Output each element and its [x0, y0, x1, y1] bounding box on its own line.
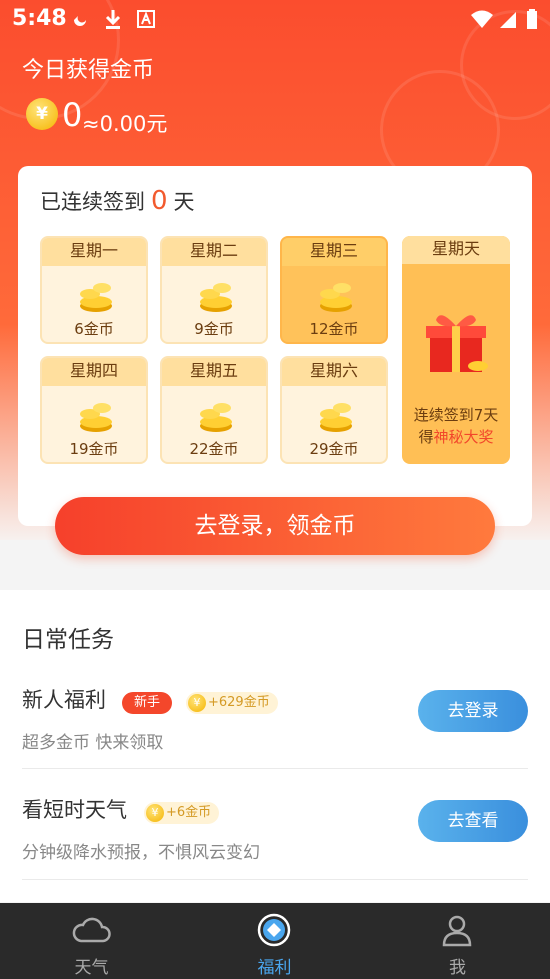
- signin-day-sunday[interactable]: 星期天 连续签到7天 得神秘大奖: [402, 236, 510, 464]
- streak-prefix: 已连续签到: [40, 190, 145, 214]
- day-reward: 9金币: [194, 320, 234, 338]
- day-reward: 12金币: [309, 320, 359, 338]
- coin-stack-icon: [80, 283, 112, 312]
- signin-day-thursday[interactable]: 星期四 19金币: [40, 356, 148, 464]
- coin-stack-icon: [200, 403, 232, 432]
- divider: [22, 879, 528, 880]
- task-points: ¥ +629金币: [186, 692, 278, 714]
- task-view-button[interactable]: 去查看: [418, 800, 528, 842]
- streak-text: 已连续签到 0 天: [40, 186, 195, 216]
- day-label: 星期天: [402, 236, 510, 264]
- login-claim-button[interactable]: 去登录，领金币: [55, 497, 495, 555]
- day-reward: 6金币: [74, 320, 114, 338]
- day-reward: 29金币: [309, 440, 359, 458]
- section-title: 日常任务: [22, 627, 114, 653]
- status-time: 5:48: [12, 6, 67, 31]
- signin-day-saturday[interactable]: 星期六 29金币: [280, 356, 388, 464]
- welfare-diamond-icon: [257, 913, 291, 947]
- day-reward: 22金币: [189, 440, 239, 458]
- battery-icon: [527, 9, 537, 29]
- newbie-badge: 新手: [122, 692, 173, 714]
- coin-stack-icon: [320, 283, 352, 312]
- sunday-note: 连续签到7天: [413, 406, 499, 424]
- person-icon: [442, 915, 472, 947]
- task-name: 新人福利: [22, 688, 106, 712]
- today-coins-label: 今日获得金币: [22, 58, 155, 83]
- sunday-prize-note: 得神秘大奖: [402, 426, 510, 447]
- day-reward: 19金币: [69, 440, 119, 458]
- nav-me[interactable]: 我: [366, 903, 549, 979]
- coin-stack-icon: [200, 283, 232, 312]
- signal-icon: [500, 12, 516, 28]
- task-desc: 超多金币 快来领取: [22, 733, 164, 753]
- task-points: ¥ +6金币: [144, 802, 220, 824]
- nav-label: 天气: [74, 958, 109, 978]
- status-bar: 5:48: [0, 0, 550, 40]
- day-label: 星期五: [162, 358, 266, 386]
- today-coins-value: 0: [62, 96, 83, 134]
- streak-suffix: 天: [173, 190, 195, 214]
- coin-icon: ¥: [26, 98, 58, 130]
- signin-day-wednesday[interactable]: 星期三 12金币: [280, 236, 388, 344]
- points-value: +629金币: [208, 695, 270, 710]
- cash-equivalent: ≈0.00元: [82, 112, 168, 136]
- divider: [22, 768, 528, 769]
- bottom-nav: 天气 福利 我: [0, 903, 550, 979]
- task-desc: 分钟级降水预报，不惧风云变幻: [22, 843, 260, 863]
- points-value: +6金币: [166, 805, 212, 820]
- prize-prefix: 得: [418, 428, 434, 446]
- signin-card: 已连续签到 0 天 星期一 6金币 星期二 9金币 星期三 12金币 星期四 19金…: [18, 166, 532, 526]
- mystery-prize: 神秘大奖: [433, 428, 494, 446]
- coin-icon: ¥: [146, 804, 164, 822]
- nav-weather[interactable]: 天气: [0, 903, 183, 979]
- day-label: 星期一: [42, 238, 146, 266]
- notification-icon: [74, 16, 86, 26]
- app-notice-icon: [137, 10, 155, 28]
- day-label: 星期四: [42, 358, 146, 386]
- day-label: 星期二: [162, 238, 266, 266]
- daily-tasks-section: 日常任务 新人福利 新手 ¥ +629金币 超多金币 快来领取 去登录 看短时天气…: [0, 590, 550, 902]
- nav-welfare[interactable]: 福利: [183, 903, 366, 979]
- download-icon: [105, 10, 121, 29]
- gift-box-icon: [426, 315, 488, 372]
- signin-day-monday[interactable]: 星期一 6金币: [40, 236, 148, 344]
- task-login-button[interactable]: 去登录: [418, 690, 528, 732]
- wifi-icon: [471, 10, 493, 28]
- task-name: 看短时天气: [22, 798, 127, 822]
- task-newcomer: 新人福利 新手 ¥ +629金币 超多金币 快来领取 去登录: [0, 676, 550, 786]
- nav-label: 我: [449, 958, 466, 978]
- coin-stack-icon: [320, 403, 352, 432]
- streak-count: 0: [151, 186, 168, 216]
- signin-day-friday[interactable]: 星期五 22金币: [160, 356, 268, 464]
- signin-day-tuesday[interactable]: 星期二 9金币: [160, 236, 268, 344]
- coin-icon: ¥: [188, 694, 206, 712]
- day-label: 星期六: [282, 358, 386, 386]
- nav-label: 福利: [257, 958, 292, 978]
- cloud-icon: [72, 917, 111, 943]
- day-label: 星期三: [282, 238, 386, 266]
- coin-stack-icon: [80, 403, 112, 432]
